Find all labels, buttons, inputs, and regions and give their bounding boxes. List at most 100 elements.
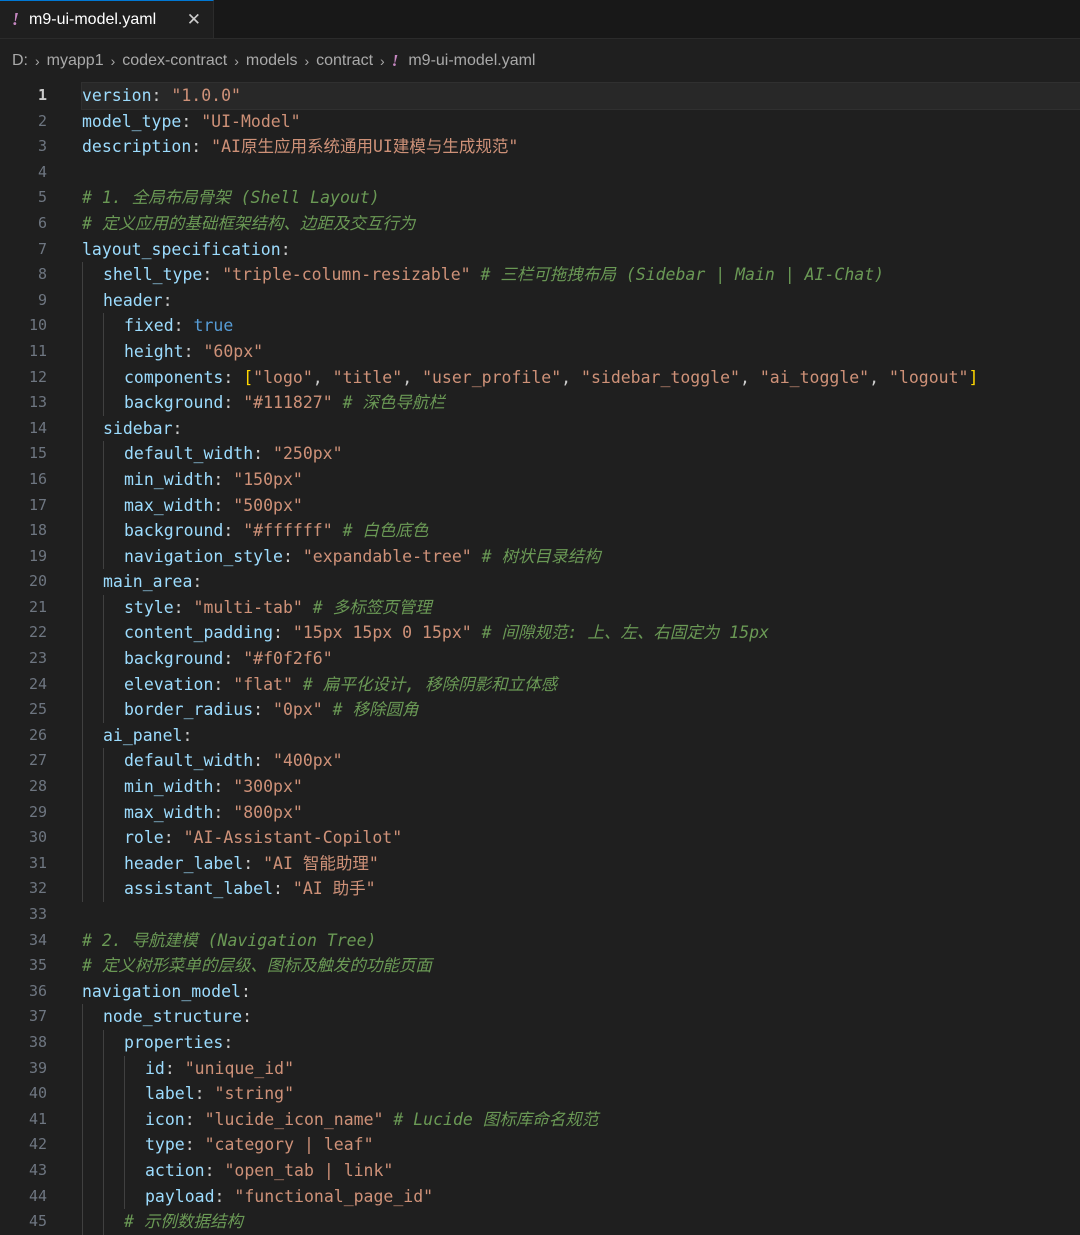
breadcrumb-file[interactable]: m9-ui-model.yaml [408,52,535,70]
token: , [739,367,760,387]
token: : [253,700,274,720]
code-line[interactable]: 38 properties: [0,1029,1080,1056]
code-line[interactable]: 15 default_width: "250px" [0,441,1080,467]
code-line[interactable]: 30 role: "AI-Assistant-Copilot" [0,825,1080,851]
breadcrumb-contract[interactable]: contract [316,52,373,70]
code-line[interactable]: 16 min_width: "150px" [0,466,1080,493]
code-line[interactable]: 28 min_width: "300px" [0,774,1080,800]
code-editor[interactable]: 1 version: "1.0.0" 2 model_type: "UI-Model"… [0,82,1080,1235]
code-line[interactable]: 8 shell_type: "triple-column-resizable" #… [0,262,1080,288]
code-line[interactable]: 23 background: "#f0f2f6" [0,646,1080,672]
code-line[interactable]: 40 label: "string" [0,1081,1080,1107]
token: "UI-Model" [201,111,301,131]
code-line[interactable]: 33 [0,902,1080,928]
code-line[interactable]: 32 assistant_label: "AI 助手" [0,876,1080,902]
code-line[interactable]: 26 ai_panel: [0,722,1080,749]
breadcrumb-myapp1[interactable]: myapp1 [47,52,104,70]
code-line[interactable]: 4 [0,160,1080,186]
token: : [202,265,223,285]
code-line[interactable]: 18 background: "#ffffff" # 白色底色 [0,518,1080,544]
tab-title: m9-ui-model.yaml [29,10,157,28]
token: : [282,546,303,566]
token: components [124,367,224,387]
code-text: height: "60px" [82,339,1080,365]
code-line[interactable]: 31 header_label: "AI 智能助理" [0,850,1080,877]
breadcrumb: D: › myapp1 › codex-contract › models › … [0,39,1080,83]
code-line[interactable]: 7 layout_specification: [0,237,1080,263]
token: "logout" [889,367,969,387]
code-line[interactable]: 37 node_structure: [0,1004,1080,1030]
code-text: layout_specification: [82,237,1080,263]
code-line[interactable]: 36 navigation_model: [0,979,1080,1005]
code-line[interactable]: 42 type: "category | leaf" [0,1132,1080,1158]
breadcrumb-models[interactable]: models [246,52,298,70]
code-text: navigation_style: "expandable-tree" # 树状… [82,544,1080,570]
line-number: 18 [28,521,47,540]
code-line[interactable]: 34 # 2. 导航建模 (Navigation Tree) [0,928,1080,954]
code-line[interactable]: 44 payload: "functional_page_id" [0,1183,1080,1210]
code-line[interactable]: 9 header: [0,287,1080,314]
code-line[interactable]: 2 model_type: "UI-Model" [0,109,1080,135]
breadcrumb-drive[interactable]: D: [12,52,28,70]
code-line[interactable]: 45 # 示例数据结构 [0,1209,1080,1235]
code-line[interactable]: 21 style: "multi-tab" # 多标签页管理 [0,594,1080,621]
code-text: type: "category | leaf" [82,1132,1080,1158]
token: , [312,367,333,387]
code-line[interactable]: 43 action: "open_tab | link" [0,1157,1080,1184]
token: : [181,111,202,131]
code-text: payload: "functional_page_id" [82,1184,1080,1210]
token: "category | leaf" [204,1135,374,1155]
token: : [192,572,203,592]
close-icon[interactable]: ✕ [187,10,201,30]
breadcrumb-codex-contract[interactable]: codex-contract [122,52,227,70]
code-line[interactable]: 3 description: "AI原生应用系统通用UI建模与生成规范" [0,134,1080,160]
line-number: 2 [37,111,47,130]
code-line[interactable]: 14 sidebar: [0,415,1080,442]
token: label [145,1084,195,1104]
code-line[interactable]: 27 default_width: "400px" [0,748,1080,775]
line-number: 17 [28,495,47,514]
code-line[interactable]: 41 icon: "lucide_icon_name" # Lucide 图标库命… [0,1106,1080,1133]
token: style [124,597,174,617]
code-line[interactable]: 10 fixed: true [0,313,1080,339]
code-line[interactable]: 25 border_radius: "0px" # 移除圆角 [0,697,1080,723]
code-line[interactable]: 22 content_padding: "15px 15px 0 15px" # … [0,620,1080,647]
line-number: 26 [28,725,47,744]
token: layout_specification [82,239,281,259]
token: "400px" [273,751,343,771]
token: content_padding [124,623,274,643]
line-number: 44 [28,1186,47,1205]
line-number: 38 [28,1032,47,1051]
tab-m9-ui-model[interactable]: ! m9-ui-model.yaml ✕ [0,0,214,38]
code-text: shell_type: "triple-column-resizable" # … [82,262,1080,288]
token: "AI-Assistant-Copilot" [183,828,403,848]
code-line[interactable]: 29 max_width: "800px" [0,799,1080,826]
code-line[interactable]: 11 height: "60px" [0,338,1080,365]
chevron-right-icon: › [304,53,310,69]
code-line[interactable]: 24 elevation: "flat" # 扁平化设计, 移除阴影和立体感 [0,671,1080,698]
code-line[interactable]: 19 navigation_style: "expandable-tree" # … [0,543,1080,570]
code-line[interactable]: 1 version: "1.0.0" [0,82,1080,110]
code-text: navigation_model: [82,979,1080,1005]
code-line[interactable]: 12 components: ["logo", "title", "user_pr… [0,364,1080,391]
code-line[interactable]: 39 id: "unique_id" [0,1055,1080,1082]
line-number: 22 [28,623,47,642]
line-number: 12 [28,367,47,386]
token: "150px" [233,469,303,489]
token: main_area [103,572,193,592]
token: fixed [124,316,174,336]
token: : [223,393,244,413]
code-line[interactable]: 35 # 定义树形菜单的层级、图标及触发的功能页面 [0,953,1080,979]
line-number: 8 [37,265,47,284]
token: , [869,367,889,387]
code-line[interactable]: 20 main_area: [0,569,1080,595]
token: # 定义应用的基础框架结构、边距及交互行为 [82,213,416,233]
code-text: max_width: "800px" [82,800,1080,826]
code-line[interactable]: 17 max_width: "500px" [0,492,1080,519]
token: "user_profile" [422,367,562,387]
code-line[interactable]: 6 # 定义应用的基础框架结构、边距及交互行为 [0,211,1080,237]
token: background [124,649,224,669]
code-line[interactable]: 13 background: "#111827" # 深色导航栏 [0,390,1080,416]
code-line[interactable]: 5 # 1. 全局布局骨架 (Shell Layout) [0,185,1080,211]
